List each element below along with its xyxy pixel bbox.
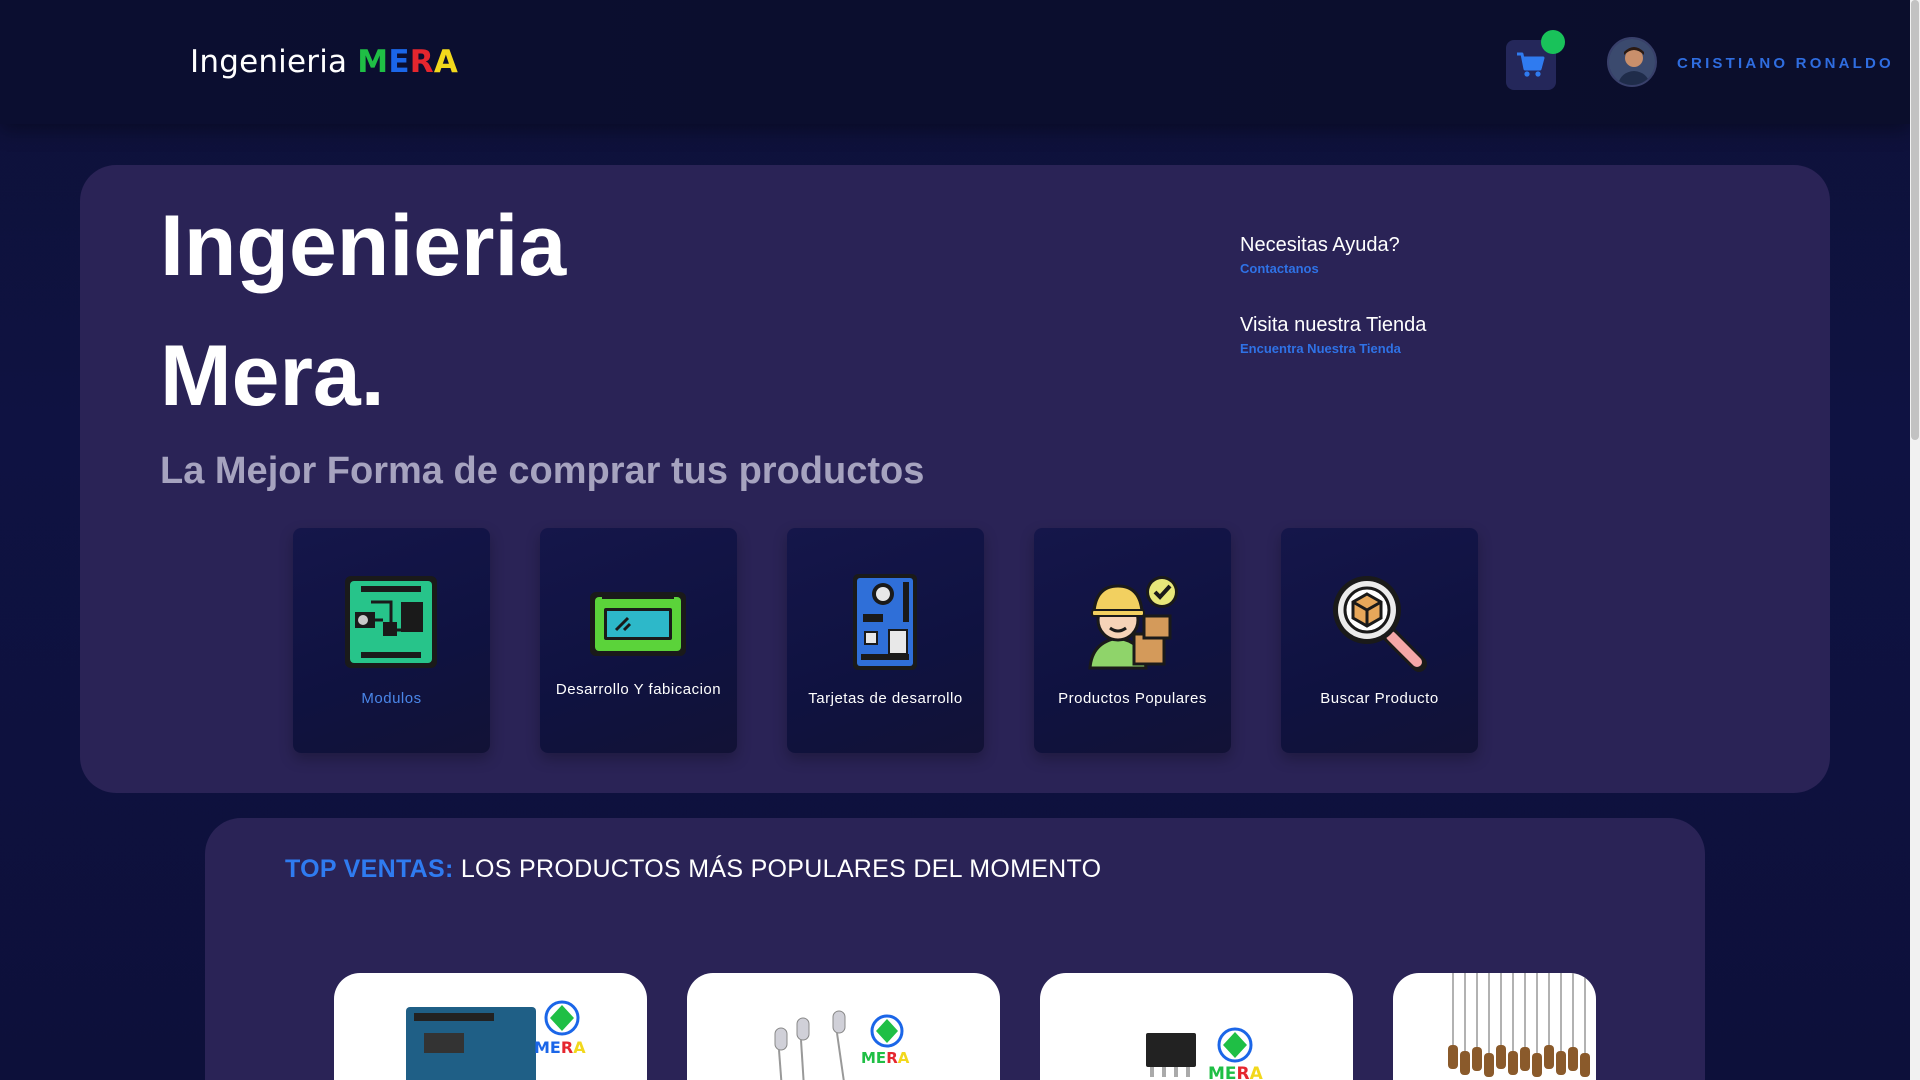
brand-logo[interactable]: Ingenieria MERA bbox=[190, 44, 458, 80]
product-card[interactable]: MERA bbox=[687, 973, 1000, 1080]
brand-letter-e: E bbox=[388, 44, 410, 80]
top-sales-rest: LOS PRODUCTOS MÁS POPULARES DEL MOMENTO bbox=[453, 855, 1102, 883]
category-card-desarrollo[interactable]: Desarrollo Y fabicacion bbox=[540, 528, 737, 753]
dev-board-icon bbox=[853, 574, 917, 670]
brand-letter-a: A bbox=[433, 44, 459, 80]
cart-icon bbox=[1517, 52, 1545, 77]
search-box-icon bbox=[1333, 576, 1427, 672]
category-label: Modulos bbox=[361, 690, 422, 707]
product-card[interactable] bbox=[1393, 973, 1596, 1080]
brand-prefix: Ingenieria bbox=[190, 44, 358, 80]
top-sales-title: TOP VENTAS: LOS PRODUCTOS MÁS POPULARES … bbox=[285, 855, 1101, 884]
product-card[interactable]: MERA bbox=[1040, 973, 1353, 1080]
product-card[interactable]: MERA bbox=[334, 973, 647, 1080]
help-title: Necesitas Ayuda? bbox=[1240, 234, 1400, 256]
cart-notification-badge bbox=[1541, 30, 1565, 54]
svg-text:MERA: MERA bbox=[1208, 1064, 1264, 1080]
resistors-image bbox=[1448, 973, 1590, 1077]
category-label: Tarjetas de desarrollo bbox=[808, 690, 963, 707]
category-card-buscar[interactable]: Buscar Producto bbox=[1281, 528, 1478, 753]
brand-letter-r: R bbox=[409, 44, 434, 80]
lcd-module-icon bbox=[590, 592, 686, 656]
top-sales-accent: TOP VENTAS: bbox=[285, 855, 454, 883]
category-card-tarjetas[interactable]: Tarjetas de desarrollo bbox=[787, 528, 984, 753]
brand-letter-m: M bbox=[357, 44, 389, 80]
led-diodes-image: MERA bbox=[774, 1010, 910, 1080]
svg-text:MERA: MERA bbox=[861, 1049, 910, 1067]
store-title: Visita nuestra Tienda bbox=[1240, 314, 1427, 336]
category-label: Desarrollo Y fabicacion bbox=[555, 681, 722, 698]
contact-link[interactable]: Contactanos bbox=[1240, 261, 1319, 276]
avatar[interactable] bbox=[1607, 37, 1657, 87]
category-card-modulos[interactable]: Modulos bbox=[293, 528, 490, 753]
ic-chip-image: MERA bbox=[1146, 1027, 1264, 1080]
scrollbar-thumb[interactable] bbox=[1911, 0, 1919, 440]
hero-title-line1: Ingenieria bbox=[160, 198, 567, 294]
arduino-board-image: MERA bbox=[406, 1000, 586, 1080]
store-link[interactable]: Encuentra Nuestra Tienda bbox=[1240, 341, 1401, 356]
category-label: Productos Populares bbox=[1058, 690, 1207, 707]
svg-text:MERA: MERA bbox=[534, 1038, 586, 1057]
hero-subtitle: La Mejor Forma de comprar tus productos bbox=[160, 450, 925, 492]
circuit-board-icon bbox=[345, 576, 437, 668]
hero-title-line2: Mera. bbox=[160, 328, 385, 424]
worker-check-icon bbox=[1088, 576, 1178, 670]
user-name[interactable]: CRISTIANO RONALDO bbox=[1677, 55, 1894, 72]
category-label: Buscar Producto bbox=[1320, 690, 1439, 707]
category-card-populares[interactable]: Productos Populares bbox=[1034, 528, 1231, 753]
